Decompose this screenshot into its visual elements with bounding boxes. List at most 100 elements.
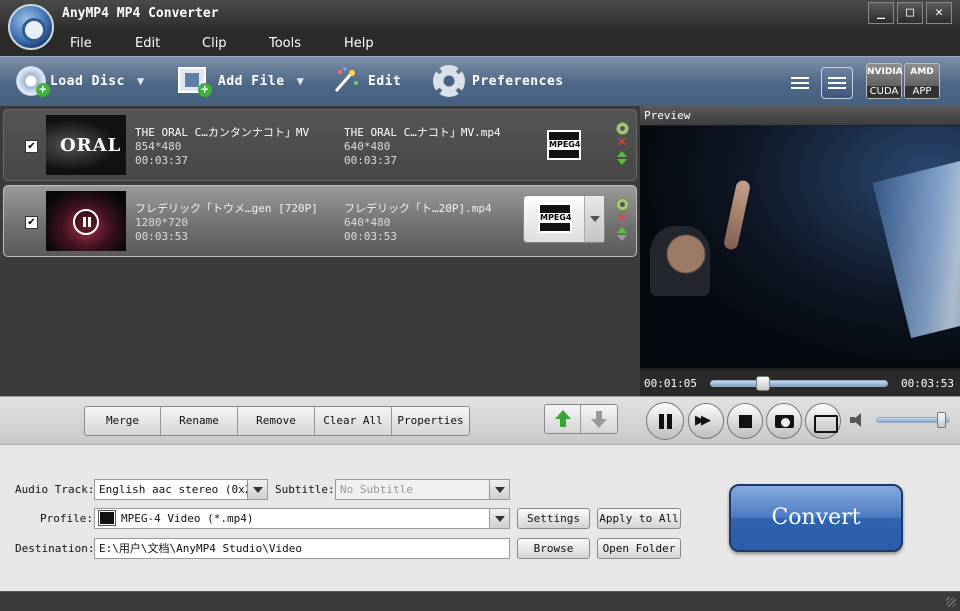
app-logo-icon — [8, 4, 54, 50]
window-controls: _ □ ✕ — [868, 2, 952, 24]
edit-button-group: Merge Rename Remove Clear All Properties — [84, 406, 470, 436]
output-info: THE ORAL C…ナコト」MV.mp4 640*480 00:03:37 — [344, 126, 514, 168]
browse-button[interactable]: Browse — [517, 538, 590, 559]
clear-all-button[interactable]: Clear All — [315, 407, 392, 435]
settings-gear-icon[interactable] — [615, 198, 629, 211]
audio-track-select[interactable]: English aac stereo (0x2) — [94, 479, 268, 500]
preferences-label: Preferences — [472, 73, 564, 89]
output-info: フレデリック「ト…20P].mp4 640*480 00:03:53 — [344, 202, 514, 244]
menu-file[interactable]: File — [70, 36, 92, 51]
destination-input[interactable]: E:\用户\文档\AnyMP4 Studio\Video — [94, 538, 510, 559]
output-resolution: 640*480 — [344, 216, 391, 229]
video-thumbnail — [46, 191, 126, 251]
toolbar: + Load Disc ▼ + Add File ▼ Edit Preferen… — [0, 56, 960, 106]
load-disc-button[interactable]: + Load Disc ▼ — [16, 65, 145, 97]
file-checkbox[interactable]: ✔ — [25, 140, 38, 153]
file-row[interactable]: ✔ フレデリック「トウメ…gen [720P] 1280*720 00:03:5… — [3, 185, 637, 257]
preferences-button[interactable]: Preferences — [432, 65, 564, 97]
thumbnail-text: ORAL — [60, 135, 122, 156]
move-up-icon[interactable] — [617, 227, 627, 233]
subtitle-select[interactable]: No Subtitle — [335, 479, 510, 500]
move-down-icon[interactable] — [617, 235, 627, 241]
player-controls — [640, 396, 960, 444]
pause-overlay-icon[interactable] — [73, 209, 99, 235]
minimize-button[interactable]: _ — [868, 2, 894, 24]
amd-app-accel-icon[interactable]: AMD APP — [904, 63, 940, 99]
preview-title: Preview — [640, 106, 960, 125]
maximize-button[interactable]: □ — [897, 2, 923, 24]
settings-button[interactable]: Settings — [517, 508, 590, 529]
audio-track-label: Audio Track: — [15, 483, 95, 496]
profile-select[interactable]: MPEG-4 Video (*.mp4) — [94, 508, 510, 529]
magic-wand-icon — [328, 65, 362, 97]
output-name: THE ORAL C…ナコト」MV.mp4 — [344, 126, 501, 139]
arrow-up-icon — [555, 410, 571, 427]
format-label: MPEG4 — [549, 140, 581, 150]
seek-handle[interactable] — [756, 376, 771, 391]
menu-clip[interactable]: Clip — [202, 36, 227, 51]
source-name: THE ORAL C…カンタンナコト」MV — [135, 126, 310, 139]
chevron-down-icon[interactable] — [247, 480, 267, 499]
source-duration: 00:03:53 — [135, 230, 188, 243]
resize-grip-icon[interactable] — [946, 597, 956, 607]
chevron-down-icon[interactable] — [489, 480, 509, 499]
total-time: 00:03:53 — [901, 377, 954, 390]
merge-button[interactable]: Merge — [85, 407, 161, 435]
apply-to-all-button[interactable]: Apply to All — [597, 508, 681, 529]
close-button[interactable]: ✕ — [926, 2, 952, 24]
disc-icon: + — [16, 65, 50, 97]
seek-bar[interactable] — [710, 376, 888, 391]
stop-button[interactable] — [727, 403, 763, 439]
menu-tools[interactable]: Tools — [269, 36, 301, 51]
file-row[interactable]: ✔ ORAL THE ORAL C…カンタンナコト」MV 854*480 00:… — [3, 109, 637, 181]
edit-button[interactable]: Edit — [328, 65, 401, 97]
remove-icon[interactable]: ✕ — [617, 136, 628, 149]
mpeg4-profile-icon — [98, 510, 116, 526]
open-folder-button[interactable]: Open Folder — [597, 538, 681, 559]
current-time: 00:01:05 — [644, 377, 697, 390]
detail-view-icon[interactable] — [821, 67, 853, 99]
move-button-group — [544, 404, 618, 434]
fast-forward-button[interactable] — [688, 403, 724, 439]
list-view-icon[interactable] — [784, 67, 816, 99]
menu-bar: File Edit Clip Tools Help — [0, 30, 960, 56]
source-duration: 00:03:37 — [135, 154, 188, 167]
nvidia-logo: NVIDIA — [867, 67, 903, 77]
status-bar — [0, 591, 960, 611]
menu-edit[interactable]: Edit — [135, 36, 160, 51]
volume-handle[interactable] — [936, 412, 946, 428]
chevron-down-icon[interactable] — [489, 509, 509, 528]
move-up-button[interactable] — [545, 405, 581, 433]
chevron-down-icon[interactable] — [584, 196, 604, 242]
pause-button[interactable] — [646, 402, 684, 440]
load-disc-label: Load Disc — [50, 73, 125, 89]
add-file-button[interactable]: + Add File ▼ — [178, 65, 304, 97]
output-duration: 00:03:37 — [344, 154, 397, 167]
move-down-button[interactable] — [581, 405, 617, 433]
open-folder-icon[interactable] — [805, 403, 841, 439]
convert-button[interactable]: Convert — [729, 484, 903, 552]
format-select[interactable]: MPEG4 — [523, 195, 605, 243]
mpeg4-format-icon[interactable]: MPEG4 — [547, 130, 581, 160]
move-up-icon[interactable] — [617, 151, 627, 157]
output-name: フレデリック「ト…20P].mp4 — [344, 202, 492, 215]
mpeg4-format-icon: MPEG4 — [538, 203, 572, 233]
move-down-icon[interactable] — [617, 159, 627, 165]
source-resolution: 854*480 — [135, 140, 182, 153]
remove-icon[interactable]: ✕ — [617, 212, 628, 225]
volume-slider[interactable] — [876, 412, 950, 428]
chevron-down-icon[interactable]: ▼ — [297, 74, 305, 88]
subtitle-label: Subtitle: — [275, 483, 335, 496]
chevron-down-icon[interactable]: ▼ — [137, 74, 145, 88]
cuda-accel-icon[interactable]: NVIDIA CUDA — [866, 63, 903, 99]
film-icon: + — [178, 65, 212, 97]
file-checkbox[interactable]: ✔ — [25, 216, 38, 229]
remove-button[interactable]: Remove — [238, 407, 315, 435]
volume-icon[interactable] — [850, 413, 866, 427]
rename-button[interactable]: Rename — [161, 407, 238, 435]
settings-gear-icon[interactable] — [615, 122, 629, 135]
menu-help[interactable]: Help — [344, 36, 374, 51]
snapshot-camera-icon[interactable] — [766, 403, 802, 439]
properties-button[interactable]: Properties — [392, 407, 469, 435]
subtitle-value: No Subtitle — [340, 483, 413, 496]
